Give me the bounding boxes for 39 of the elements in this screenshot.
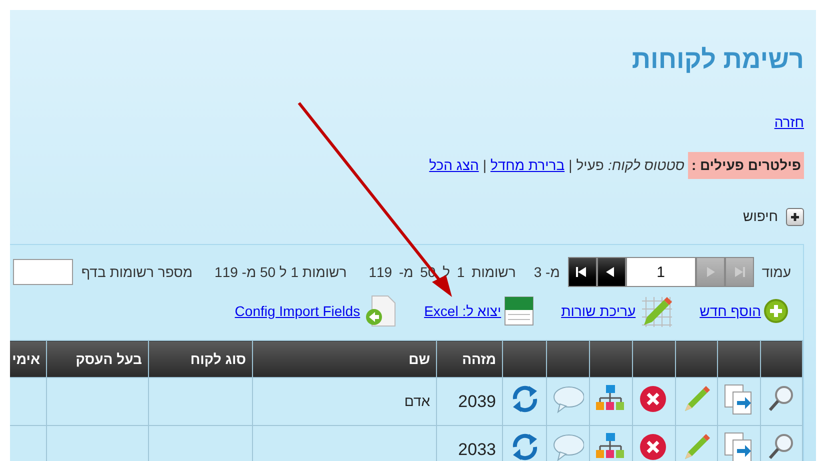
search-label: חיפוש <box>743 207 778 226</box>
separator: | <box>568 156 572 175</box>
toolbar-link[interactable]: עריכת שורות <box>561 300 636 322</box>
column-header[interactable]: מזהה <box>436 340 502 378</box>
hierarchy-icon <box>595 430 627 461</box>
id-cell: 2033 <box>458 440 496 459</box>
next-page-button[interactable] <box>696 257 725 287</box>
last-page-icon <box>732 265 746 279</box>
back-link[interactable]: חזרה <box>774 112 804 133</box>
filters-label: פילטרים פעילים : <box>688 152 804 179</box>
name-cell: אדם <box>404 393 430 409</box>
last-page-button[interactable] <box>724 257 754 287</box>
page-title: רשימת לקוחות <box>632 43 804 76</box>
plus-icon <box>790 212 800 222</box>
column-header[interactable]: בעל העסק <box>46 340 148 378</box>
column-header[interactable]: סוג לקוח <box>148 340 252 378</box>
separator: | <box>482 156 486 175</box>
filter-link[interactable]: הצג הכל <box>429 155 479 176</box>
add-icon <box>763 298 789 324</box>
search-toggle-button[interactable] <box>786 208 804 226</box>
filter-link[interactable]: ברירת מחדל <box>490 155 565 176</box>
status-value: פעיל <box>576 156 604 175</box>
spreadsheet-icon <box>503 295 536 327</box>
toolbar-link[interactable]: הוסף חדש <box>700 300 761 322</box>
page-number-field[interactable]: 1 <box>626 257 696 287</box>
toolbar-link[interactable]: Config Import Fields <box>234 300 360 322</box>
status-label: סטטוס לקוח: <box>608 156 684 175</box>
previous-page-button[interactable] <box>596 257 626 287</box>
column-header[interactable]: שם <box>252 340 436 378</box>
first-page-button[interactable] <box>568 257 597 287</box>
id-cell: 2039 <box>458 392 496 411</box>
records-range: רשומות 1 ל 50 מ- 119 <box>214 262 347 282</box>
column-header[interactable]: אימי <box>10 340 46 378</box>
hierarchy-button[interactable] <box>595 430 627 461</box>
toolbar-link[interactable]: יצוא ל: Excel <box>424 300 502 322</box>
page-label: עמוד <box>762 262 791 282</box>
records-per-page-select[interactable] <box>13 259 74 285</box>
page-count: מ- 3 <box>534 262 560 282</box>
records-per-page-label: מספר רשומות בדף <box>81 262 193 282</box>
